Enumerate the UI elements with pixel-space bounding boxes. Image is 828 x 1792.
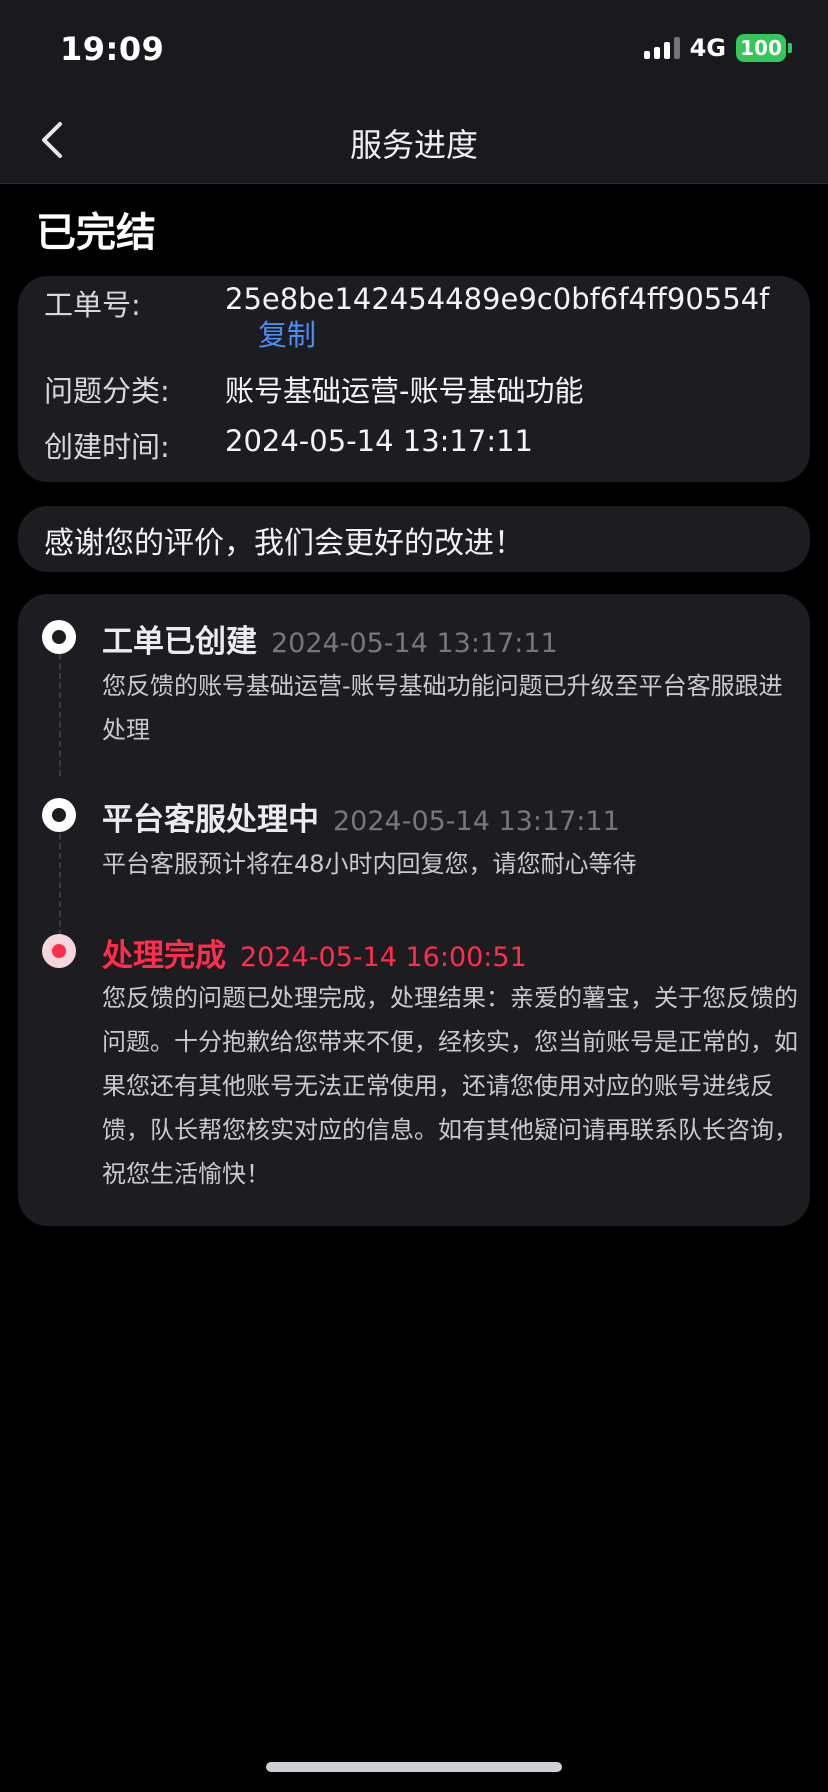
timeline-item-title: 工单已创建: [102, 624, 257, 660]
timeline-dot-icon: [42, 798, 76, 832]
ticket-info-card: 工单号: 25e8be142454489e9c0bf6f4ff90554f 复制…: [18, 276, 810, 482]
ticket-id-label: 工单号:: [44, 288, 141, 322]
timeline-item-time: 2024-05-14 13:17:11: [333, 806, 620, 837]
screen: 19:09 4G 100 服务进度 已完结 工单号: 25e8be1424544…: [0, 0, 828, 1792]
ticket-id-value: 25e8be142454489e9c0bf6f4ff90554f: [225, 282, 770, 316]
timeline-item-header: 处理完成 2024-05-14 16:00:51: [102, 930, 527, 975]
timeline-item-title: 处理完成: [102, 938, 226, 974]
status-time: 19:09: [60, 30, 165, 68]
timeline-dot-icon: [42, 620, 76, 654]
created-time-label: 创建时间:: [44, 430, 170, 464]
created-time-value: 2024-05-14 13:17:11: [225, 424, 533, 458]
timeline-item-header: 平台客服处理中 2024-05-14 13:17:11: [102, 794, 620, 839]
signal-icon: [643, 37, 680, 59]
timeline-item-description: 您反馈的问题已处理完成，处理结果：亲爱的薯宝，关于您反馈的问题。十分抱歉给您带来…: [102, 984, 798, 1188]
feedback-message: 感谢您的评价，我们会更好的改进！: [44, 526, 524, 561]
feedback-card: 感谢您的评价，我们会更好的改进！: [18, 506, 810, 572]
battery-icon: 100: [736, 34, 786, 62]
timeline-dot-active-icon: [42, 934, 76, 968]
timeline-connector: [59, 824, 61, 936]
timeline-connector: [59, 644, 61, 776]
battery-level: 100: [740, 36, 782, 60]
network-type: 4G: [689, 34, 726, 62]
home-indicator[interactable]: [266, 1762, 562, 1772]
timeline-item-header: 工单已创建 2024-05-14 13:17:11: [102, 616, 558, 661]
status-indicators: 4G 100: [643, 34, 792, 62]
progress-timeline: 工单已创建 2024-05-14 13:17:11 您反馈的账号基础运营-账号基…: [18, 594, 810, 1226]
ticket-status: 已完结: [36, 210, 156, 256]
timeline-item-description: 您反馈的账号基础运营-账号基础功能问题已升级至平台客服跟进处理: [102, 672, 783, 744]
battery-tip: [788, 43, 792, 53]
page-title: 服务进度: [349, 126, 478, 164]
header: 19:09 4G 100 服务进度: [0, 0, 828, 184]
category-label: 问题分类:: [44, 374, 170, 408]
timeline-item-description: 平台客服预计将在48小时内回复您，请您耐心等待: [102, 850, 637, 878]
timeline-item-title: 平台客服处理中: [102, 802, 319, 838]
timeline-item-time: 2024-05-14 13:17:11: [271, 628, 558, 659]
timeline-item-time: 2024-05-14 16:00:51: [240, 942, 527, 973]
copy-button[interactable]: 复制: [258, 312, 316, 354]
category-value: 账号基础运营-账号基础功能: [225, 374, 584, 408]
